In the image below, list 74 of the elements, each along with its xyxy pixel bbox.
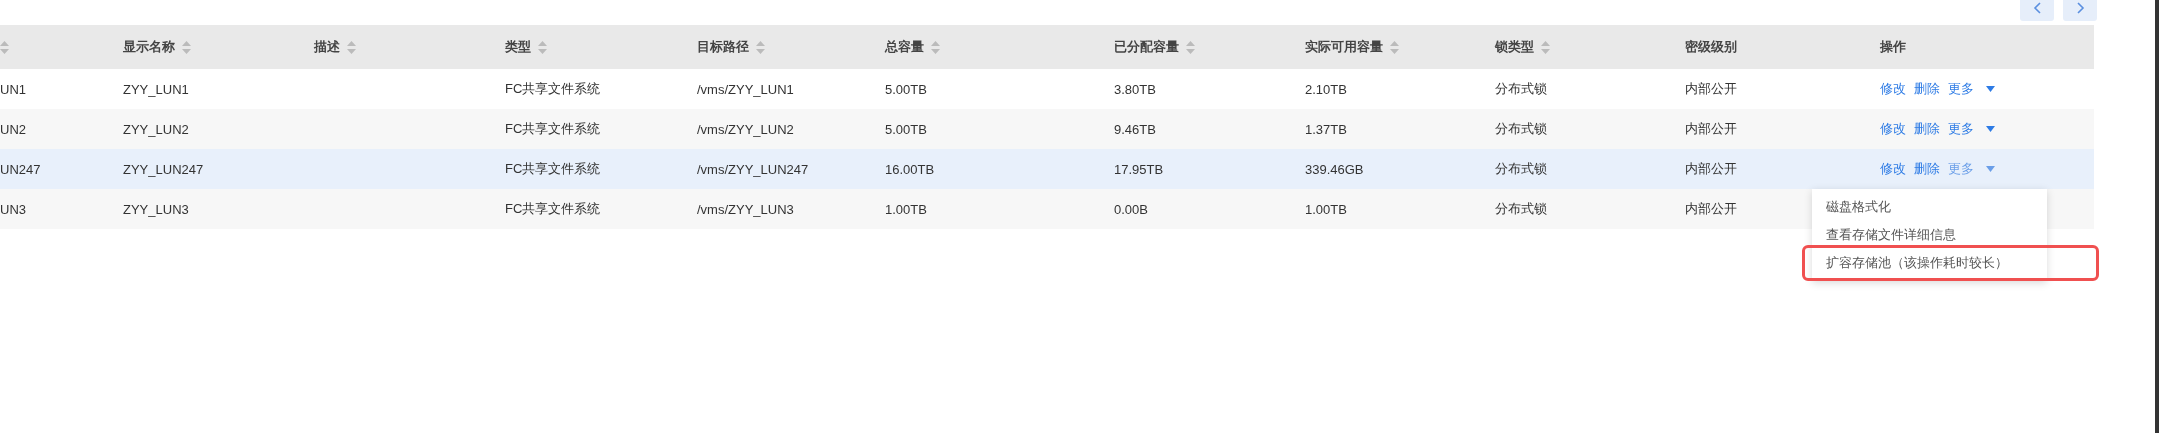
sort-icon[interactable] xyxy=(182,40,191,54)
table-cell: 5.00TB xyxy=(885,81,927,97)
delete-link[interactable]: 删除 xyxy=(1914,120,1940,138)
table-cell: FC共享文件系统 xyxy=(505,80,601,98)
table-cell: FC共享文件系统 xyxy=(505,160,601,178)
table-cell: 0.00B xyxy=(1114,201,1148,217)
chevron-left-icon xyxy=(2031,0,2043,15)
delete-link[interactable]: 删除 xyxy=(1914,160,1940,178)
sort-icon[interactable] xyxy=(931,40,940,54)
table-cell: ZYY_LUN1 xyxy=(123,81,189,97)
sort-icon[interactable] xyxy=(0,40,9,54)
column-header: 锁类型 xyxy=(1495,38,1534,56)
table-cell: 5.00TB xyxy=(885,121,927,137)
table-cell: 17.95TB xyxy=(1114,161,1164,177)
table-cell: 分布式锁 xyxy=(1495,160,1547,178)
table-cell: ZYY_LUN247 xyxy=(123,161,204,177)
table-cell: 2.10TB xyxy=(1305,81,1347,97)
table-cell: /vms/ZYY_LUN247 xyxy=(697,161,809,177)
table-row[interactable]: UN2 ZYY_LUN2 FC共享文件系统 /vms/ZYY_LUN2 5.00TB 9.46TB 1.37TB 分布式锁 内部公开 修改 删除 更多 xyxy=(0,109,2094,149)
edit-link[interactable]: 修改 xyxy=(1880,160,1906,178)
table-cell: 内部公开 xyxy=(1685,120,1737,138)
table-cell: 1.00TB xyxy=(1305,201,1347,217)
chevron-right-icon xyxy=(2074,0,2086,15)
next-button[interactable] xyxy=(2063,0,2097,21)
table-cell: 内部公开 xyxy=(1685,80,1737,98)
table-cell: 分布式锁 xyxy=(1495,120,1547,138)
table-cell: ZYY_LUN3 xyxy=(123,201,189,217)
table-cell: 内部公开 xyxy=(1685,200,1737,218)
column-header: 密级级别 xyxy=(1685,38,1737,56)
table-cell: UN247 xyxy=(0,161,41,177)
sort-icon[interactable] xyxy=(756,40,765,54)
table-cell: 分布式锁 xyxy=(1495,80,1547,98)
table-cell: FC共享文件系统 xyxy=(505,120,601,138)
table-cell: FC共享文件系统 xyxy=(505,200,601,218)
more-link[interactable]: 更多 xyxy=(1948,160,1974,178)
edit-link[interactable]: 修改 xyxy=(1880,120,1906,138)
caret-down-icon[interactable] xyxy=(1986,126,1995,132)
edit-link[interactable]: 修改 xyxy=(1880,80,1906,98)
sort-icon[interactable] xyxy=(538,40,547,54)
sort-icon[interactable] xyxy=(1390,40,1399,54)
column-header: 目标路径 xyxy=(697,38,749,56)
caret-down-icon[interactable] xyxy=(1986,86,1995,92)
more-link[interactable]: 更多 xyxy=(1948,80,1974,98)
table-cell: 1.37TB xyxy=(1305,121,1347,137)
table-cell: 1.00TB xyxy=(885,201,927,217)
table-cell: 16.00TB xyxy=(885,161,935,177)
table-row[interactable]: UN247 ZYY_LUN247 FC共享文件系统 /vms/ZYY_LUN247 16.00TB 17.95TB 339.46GB 分布式锁 内部公开 修改 删除 更多 xyxy=(0,149,2094,189)
column-header: 实际可用容量 xyxy=(1305,38,1383,56)
column-header: 类型 xyxy=(505,38,531,56)
column-header: 操作 xyxy=(1880,38,1906,56)
table-cell: ZYY_LUN2 xyxy=(123,121,189,137)
sort-icon[interactable] xyxy=(1541,40,1550,54)
table-cell: /vms/ZYY_LUN3 xyxy=(697,201,794,217)
caret-down-icon[interactable] xyxy=(1986,166,1995,172)
table-cell: 3.80TB xyxy=(1114,81,1156,97)
column-header: 已分配容量 xyxy=(1114,38,1179,56)
table-cell: 9.46TB xyxy=(1114,121,1156,137)
table-cell: /vms/ZYY_LUN1 xyxy=(697,81,794,97)
table-cell: /vms/ZYY_LUN2 xyxy=(697,121,794,137)
table-cell: 分布式锁 xyxy=(1495,200,1547,218)
more-link[interactable]: 更多 xyxy=(1948,120,1974,138)
previous-button[interactable] xyxy=(2020,0,2054,21)
menu-item[interactable]: 磁盘格式化 xyxy=(1812,193,2047,221)
column-header: 总容量 xyxy=(885,38,924,56)
sort-icon[interactable] xyxy=(1186,40,1195,54)
sort-icon[interactable] xyxy=(347,40,356,54)
table-cell: 339.46GB xyxy=(1305,161,1364,177)
column-header: 显示名称 xyxy=(123,38,175,56)
table-cell: UN2 xyxy=(0,121,26,137)
delete-link[interactable]: 删除 xyxy=(1914,80,1940,98)
column-header: 描述 xyxy=(314,38,340,56)
table-cell: UN3 xyxy=(0,201,26,217)
table-cell: 内部公开 xyxy=(1685,160,1737,178)
table-cell: UN1 xyxy=(0,81,26,97)
